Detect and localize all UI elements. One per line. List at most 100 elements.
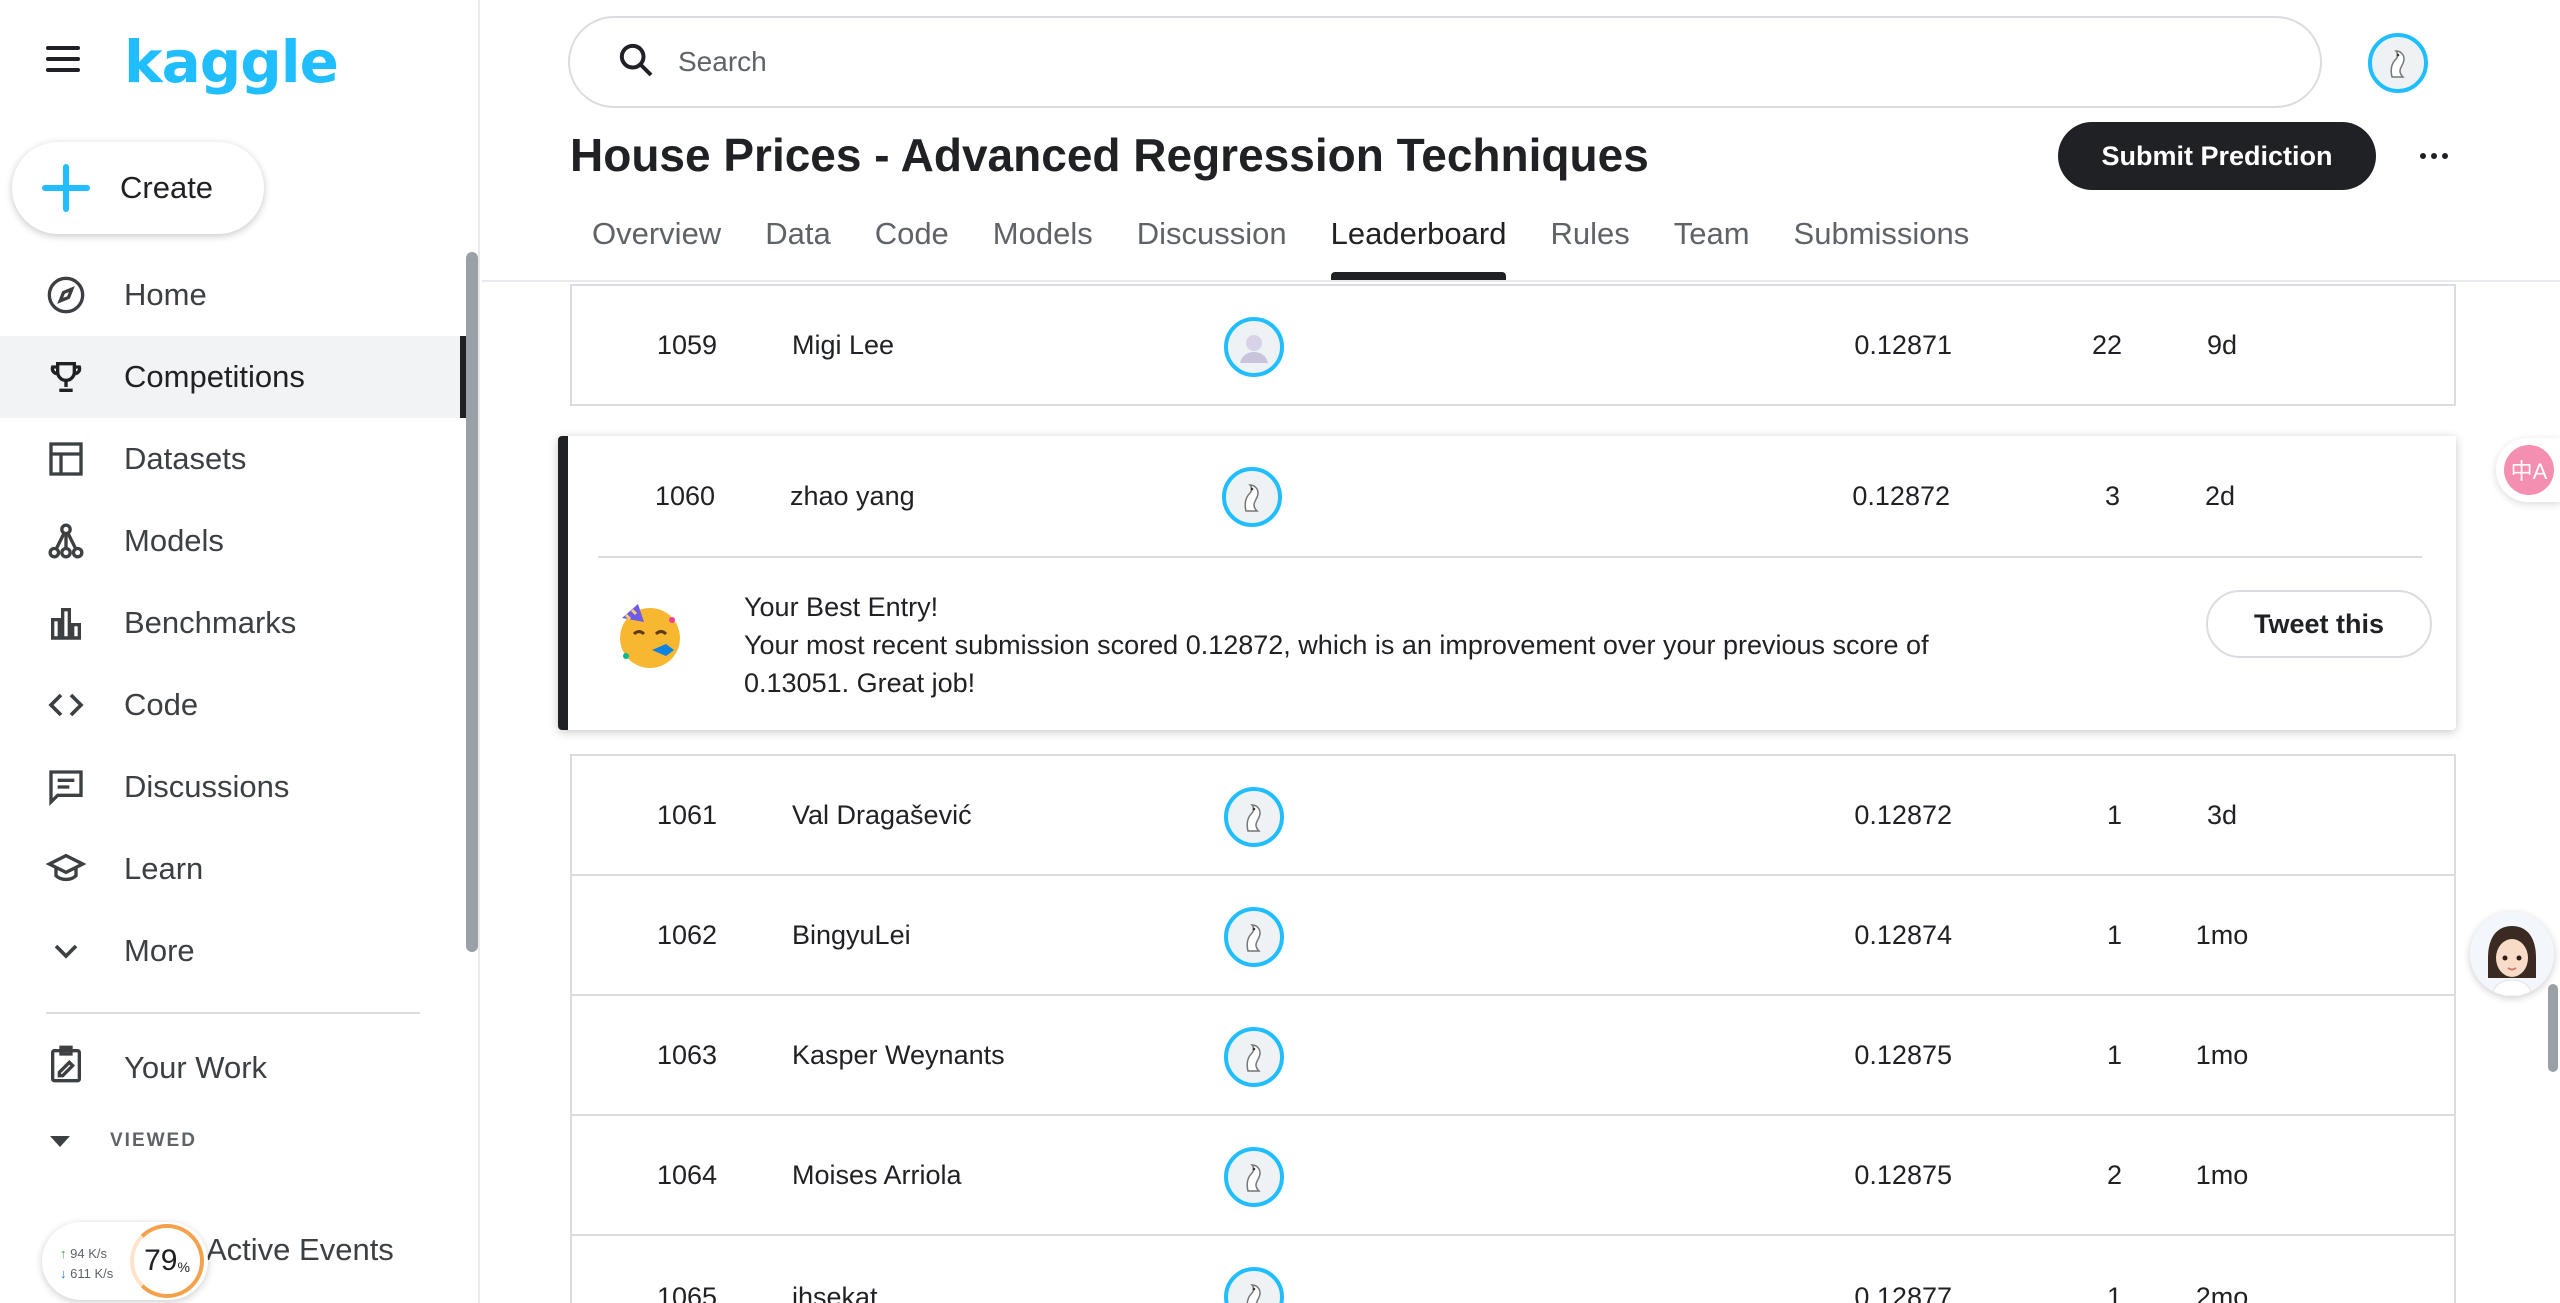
school-icon	[46, 849, 86, 889]
search-bar[interactable]	[568, 16, 2322, 108]
team-avatar[interactable]	[1224, 907, 1284, 967]
tab-overview[interactable]: Overview	[570, 210, 743, 282]
last-submission-cell: 1mo	[2195, 1039, 2249, 1070]
team-name-cell[interactable]: zhao yang	[790, 436, 915, 556]
rank-cell: 1065	[656, 1281, 718, 1303]
entries-cell: 3	[2104, 480, 2120, 511]
team-name-cell[interactable]: jhsekat	[792, 1236, 878, 1303]
sidebar-nav: Home Competitions Datasets Models Benchm…	[0, 254, 470, 992]
team-avatar[interactable]	[1222, 467, 1282, 527]
entries-cell: 1	[2106, 799, 2122, 830]
avatar-goose-icon	[1244, 484, 1259, 512]
last-submission-cell: 9d	[2206, 329, 2238, 360]
viewed-section-toggle[interactable]: VIEWED	[50, 1130, 197, 1152]
table-icon	[46, 439, 86, 479]
avatar-goose-icon	[1246, 1164, 1261, 1192]
menu-icon[interactable]	[46, 46, 86, 76]
tab-discussion[interactable]: Discussion	[1115, 210, 1309, 282]
avatar-goose-icon	[1246, 1044, 1261, 1072]
tab-submissions[interactable]: Submissions	[1772, 210, 1992, 282]
sidebar-item-label: Code	[124, 687, 199, 722]
upload-rate: 94	[70, 1246, 85, 1261]
tweet-this-button[interactable]: Tweet this	[2206, 590, 2432, 658]
score-cell: 0.12872	[1852, 480, 1950, 511]
rank-cell: 1060	[654, 480, 716, 511]
tab-models[interactable]: Models	[971, 210, 1115, 282]
memory-percent-unit: %	[177, 1259, 190, 1275]
table-row[interactable]: 1065 jhsekat 0.12877 1 2mo	[570, 1234, 2456, 1303]
table-row[interactable]: 1059 Migi Lee 0.12871 22 9d	[570, 284, 2456, 406]
download-unit: K/s	[94, 1266, 114, 1281]
table-row[interactable]: 1061 Val Dragašević 0.12872 1 3d	[570, 754, 2456, 876]
sidebar-item-datasets[interactable]: Datasets	[0, 418, 470, 500]
sidebar-item-code[interactable]: Code	[0, 664, 470, 746]
team-name-cell[interactable]: Kasper Weynants	[792, 996, 1005, 1114]
create-button[interactable]: Create	[12, 142, 264, 234]
sidebar-item-label: Your Work	[124, 1050, 268, 1085]
team-avatar[interactable]	[1224, 317, 1284, 377]
comment-icon	[46, 767, 86, 807]
team-avatar[interactable]	[1224, 1027, 1284, 1087]
sidebar-item-your-work[interactable]: Your Work	[46, 1028, 267, 1108]
sidebar-item-models[interactable]: Models	[0, 500, 470, 582]
sidebar-item-home[interactable]: Home	[0, 254, 470, 336]
network-speed-widget[interactable]: ↑ 94 K/s ↓ 611 K/s 79%	[42, 1222, 208, 1300]
models-icon	[46, 521, 86, 561]
active-events-link[interactable]: Active Events	[206, 1232, 394, 1268]
entries-cell: 2	[2106, 1159, 2122, 1190]
more-options-icon[interactable]	[2414, 136, 2454, 176]
translate-button[interactable]: 中A	[2496, 438, 2560, 502]
user-avatar[interactable]	[2368, 33, 2428, 93]
sidebar-divider	[46, 1012, 420, 1014]
table-row[interactable]: 1063 Kasper Weynants 0.12875 1 1mo	[570, 994, 2456, 1116]
tab-rules[interactable]: Rules	[1528, 210, 1651, 282]
page-title: House Prices - Advanced Regression Techn…	[570, 129, 1649, 181]
kaggle-logo[interactable]: kaggle	[124, 28, 339, 96]
sidebar-item-discussions[interactable]: Discussions	[0, 746, 470, 828]
sidebar-item-label: Datasets	[124, 441, 247, 476]
last-submission-cell: 2mo	[2195, 1281, 2249, 1303]
sidebar-item-label: Learn	[124, 851, 204, 886]
team-name-cell[interactable]: Moises Arriola	[792, 1116, 962, 1234]
download-rate: 611	[70, 1266, 91, 1281]
last-submission-cell: 1mo	[2195, 1159, 2249, 1190]
clipboard-icon	[46, 1044, 86, 1092]
tab-team[interactable]: Team	[1652, 210, 1772, 282]
search-input[interactable]	[678, 46, 2178, 78]
table-row[interactable]: 1064 Moises Arriola 0.12875 2 1mo	[570, 1114, 2456, 1236]
compass-icon	[46, 275, 86, 315]
table-row[interactable]: 1062 BingyuLei 0.12874 1 1mo	[570, 874, 2456, 996]
rank-cell: 1061	[656, 799, 718, 830]
last-submission-cell: 2d	[2204, 480, 2236, 511]
team-avatar[interactable]	[1224, 1267, 1284, 1303]
last-submission-cell: 3d	[2206, 799, 2238, 830]
assistant-avatar[interactable]	[2470, 912, 2554, 996]
submit-prediction-button[interactable]: Submit Prediction	[2058, 122, 2376, 190]
entries-cell: 1	[2106, 1281, 2122, 1303]
tab-leaderboard[interactable]: Leaderboard	[1309, 210, 1529, 282]
plus-icon	[42, 164, 90, 212]
tab-data[interactable]: Data	[743, 210, 852, 282]
tab-code[interactable]: Code	[853, 210, 971, 282]
sidebar-item-competitions[interactable]: Competitions	[0, 336, 470, 418]
sidebar-scrollbar[interactable]	[466, 252, 478, 952]
team-name-cell[interactable]: Val Dragašević	[792, 756, 972, 874]
network-rates: ↑ 94 K/s ↓ 611 K/s	[60, 1244, 113, 1284]
sidebar-item-learn[interactable]: Learn	[0, 828, 470, 910]
last-submission-cell: 1mo	[2195, 919, 2249, 950]
sidebar-item-more[interactable]: More	[0, 910, 470, 992]
score-cell: 0.12877	[1854, 1281, 1952, 1303]
team-name-cell[interactable]: Migi Lee	[792, 286, 894, 404]
team-name-cell[interactable]: BingyuLei	[792, 876, 911, 994]
entries-cell: 1	[2106, 1039, 2122, 1070]
team-avatar[interactable]	[1224, 1147, 1284, 1207]
avatar-goose-icon	[2390, 50, 2405, 78]
score-cell: 0.12871	[1854, 329, 1952, 360]
entries-cell: 22	[2091, 329, 2122, 360]
viewed-label: VIEWED	[110, 1130, 197, 1151]
page-scrollbar[interactable]	[2548, 984, 2558, 1072]
team-avatar[interactable]	[1224, 787, 1284, 847]
sidebar-item-benchmarks[interactable]: Benchmarks	[0, 582, 470, 664]
best-entry-message: Your Best Entry! Your most recent submis…	[744, 588, 2004, 702]
table-row-current-user[interactable]: 1060 zhao yang 0.12872 3 2d	[570, 436, 2456, 556]
